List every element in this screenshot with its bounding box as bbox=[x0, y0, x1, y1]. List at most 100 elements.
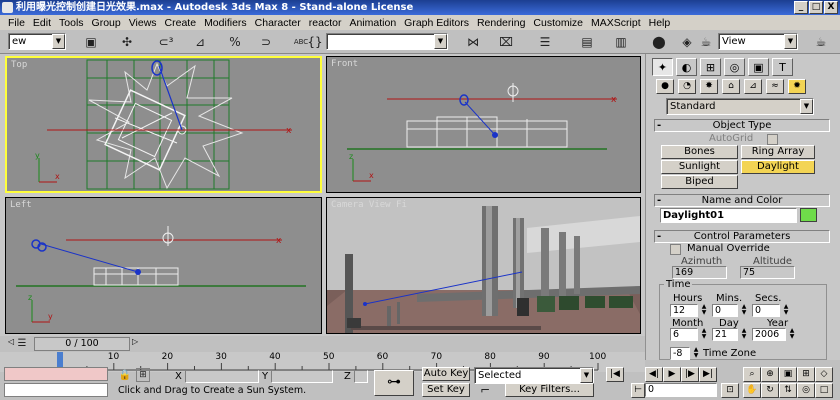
menu-help[interactable]: Help bbox=[645, 17, 675, 29]
chevron-down-icon[interactable]: ▼ bbox=[52, 34, 65, 49]
biped-button[interactable]: Biped bbox=[661, 175, 738, 189]
timezone-spinner-icon[interactable]: ▲ ▼ bbox=[692, 347, 700, 359]
maxscript-listener-white[interactable] bbox=[4, 383, 108, 397]
z-coordinate-field[interactable] bbox=[354, 370, 368, 383]
time-slider[interactable]: 0 / 100 bbox=[34, 337, 130, 351]
sunlight-button[interactable]: Sunlight bbox=[661, 160, 738, 174]
utilities-tab-icon[interactable]: T bbox=[772, 58, 793, 76]
listener-area[interactable] bbox=[4, 367, 108, 398]
helpers-icon[interactable]: ⊿ bbox=[744, 79, 762, 94]
control-parameters-rollout-header[interactable]: - Control Parameters bbox=[654, 230, 830, 243]
orbit-icon[interactable]: ↻ bbox=[761, 383, 779, 398]
display-tab-icon[interactable]: ▣ bbox=[748, 58, 769, 76]
prev-frame-icon[interactable]: ◁ bbox=[8, 337, 14, 346]
menu-views[interactable]: Views bbox=[125, 17, 161, 29]
time-configuration-icon[interactable]: ⊡ bbox=[721, 383, 739, 398]
set-key-button[interactable]: Set Key bbox=[422, 383, 470, 397]
month-spinner-icon[interactable]: ▲ ▼ bbox=[700, 328, 708, 340]
menu-create[interactable]: Create bbox=[161, 17, 201, 29]
next-frame-icon[interactable]: |▶ bbox=[681, 367, 699, 382]
object-type-rollout-header[interactable]: - Object Type bbox=[654, 119, 830, 132]
modify-tab-icon[interactable]: ◐ bbox=[676, 58, 697, 76]
menu-file[interactable]: File bbox=[4, 17, 29, 29]
current-frame-input[interactable]: 0 bbox=[645, 383, 717, 397]
ring-array-button[interactable]: Ring Array bbox=[741, 145, 815, 159]
chevron-down-icon[interactable]: ▼ bbox=[800, 99, 813, 114]
lights-icon[interactable]: ✸ bbox=[700, 79, 718, 94]
month-input[interactable]: 6 bbox=[670, 328, 698, 341]
undo-scope-dropdown[interactable]: ew ▼ bbox=[8, 33, 66, 50]
viewport-label[interactable]: Left bbox=[10, 200, 32, 210]
align-icon[interactable]: ⌧ bbox=[497, 33, 515, 51]
y-coordinate-field[interactable] bbox=[271, 370, 333, 383]
named-selection-dropdown[interactable]: ▼ bbox=[326, 33, 448, 50]
goto-start-icon[interactable]: |◀ bbox=[606, 367, 624, 382]
menu-maxscript[interactable]: MAXScript bbox=[587, 17, 645, 29]
motion-tab-icon[interactable]: ◎ bbox=[724, 58, 745, 76]
zoom-extents-all-icon[interactable]: ⊞ bbox=[797, 367, 815, 382]
chevron-down-icon[interactable]: ▼ bbox=[784, 34, 797, 49]
app-icon[interactable] bbox=[2, 2, 13, 13]
category-dropdown[interactable]: Standard ▼ bbox=[666, 98, 814, 115]
teapot-render-icon[interactable]: ☕ bbox=[812, 33, 830, 51]
hours-spinner-icon[interactable]: ▲ ▼ bbox=[700, 304, 708, 316]
key-mode-toggle-icon[interactable]: ⊢ bbox=[631, 383, 645, 398]
create-tab-icon[interactable]: ✦ bbox=[652, 58, 673, 76]
bracket-icon[interactable]: {} bbox=[306, 33, 324, 51]
viewport-top[interactable]: x y x Top bbox=[5, 56, 322, 193]
menu-character[interactable]: Character bbox=[251, 17, 305, 29]
schematic-view-icon[interactable]: ▥ bbox=[612, 33, 630, 51]
next-frame-icon[interactable]: ▷ bbox=[132, 337, 138, 346]
walk-through-icon[interactable]: ◎ bbox=[797, 383, 815, 398]
field-of-view-icon[interactable]: ◇ bbox=[815, 367, 833, 382]
bind-space-warp-icon[interactable]: ⊿ bbox=[188, 33, 212, 51]
percent-snap-icon[interactable]: % bbox=[223, 33, 247, 51]
mins-spinner-icon[interactable]: ▲ ▼ bbox=[740, 304, 748, 316]
viewport-left[interactable]: x z y Left bbox=[5, 197, 322, 334]
spinner-snap-icon[interactable]: ⊃ bbox=[257, 33, 275, 51]
chevron-down-icon[interactable]: ▼ bbox=[434, 34, 447, 49]
cameras-icon[interactable]: ⌂ bbox=[722, 79, 740, 94]
menu-graph-editors[interactable]: Graph Editors bbox=[400, 17, 473, 29]
viewport-label[interactable]: Camera View Fi bbox=[331, 200, 407, 210]
year-spinner-icon[interactable]: ▲ ▼ bbox=[788, 328, 796, 340]
manual-override-checkbox[interactable] bbox=[670, 244, 681, 255]
maxscript-listener-pink[interactable] bbox=[4, 367, 108, 381]
layer-manager-icon[interactable]: ☰ bbox=[536, 33, 554, 51]
viewport-camera[interactable]: Camera View Fi bbox=[326, 197, 641, 334]
geometry-icon[interactable]: ● bbox=[656, 79, 674, 94]
menu-group[interactable]: Group bbox=[88, 17, 125, 29]
hierarchy-tab-icon[interactable]: ⊞ bbox=[700, 58, 721, 76]
chevron-down-icon[interactable]: ▼ bbox=[580, 368, 593, 383]
close-button[interactable]: X bbox=[824, 1, 838, 14]
timezone-input[interactable]: -8 bbox=[670, 347, 690, 360]
dolly-icon[interactable]: ⇅ bbox=[779, 383, 797, 398]
minimize-button[interactable]: _ bbox=[794, 1, 808, 14]
spacewarps-icon[interactable]: ≈ bbox=[766, 79, 784, 94]
maximize-button[interactable]: □ bbox=[809, 1, 823, 14]
menu-customize[interactable]: Customize bbox=[529, 17, 587, 29]
key-mode-icon[interactable]: ⊶ bbox=[374, 370, 414, 396]
object-name-input[interactable]: Daylight01 bbox=[660, 208, 797, 223]
mini-curve-editor-icon[interactable]: ☰ bbox=[14, 336, 30, 350]
lock-selection-icon[interactable]: 🔒 bbox=[118, 368, 132, 382]
render-view-dropdown[interactable]: View ▼ bbox=[718, 33, 798, 50]
viewport-label[interactable]: Top bbox=[11, 60, 27, 70]
x-coordinate-field[interactable] bbox=[185, 370, 259, 383]
viewport-front[interactable]: x z x Front bbox=[326, 56, 641, 193]
day-spinner-icon[interactable]: ▲ ▼ bbox=[740, 328, 748, 340]
autogrid-checkbox[interactable] bbox=[767, 134, 778, 145]
quick-render-icon[interactable]: ☕ bbox=[697, 33, 715, 51]
object-color-swatch[interactable] bbox=[800, 208, 817, 222]
secs-spinner-icon[interactable]: ▲ ▼ bbox=[782, 304, 790, 316]
set-key-filter-icon[interactable]: ⌐ bbox=[476, 383, 494, 397]
year-input[interactable]: 2006 bbox=[752, 328, 786, 341]
previous-frame-icon[interactable]: ◀| bbox=[645, 367, 663, 382]
menu-reactor[interactable]: reactor bbox=[305, 17, 346, 29]
key-filters-button[interactable]: Key Filters... bbox=[505, 383, 594, 397]
goto-end-icon[interactable]: ▶| bbox=[699, 367, 717, 382]
daylight-button[interactable]: Daylight bbox=[741, 160, 815, 174]
render-scene-icon[interactable]: ◈ bbox=[678, 33, 696, 51]
menu-tools[interactable]: Tools bbox=[55, 17, 88, 29]
menu-animation[interactable]: Animation bbox=[345, 17, 400, 29]
